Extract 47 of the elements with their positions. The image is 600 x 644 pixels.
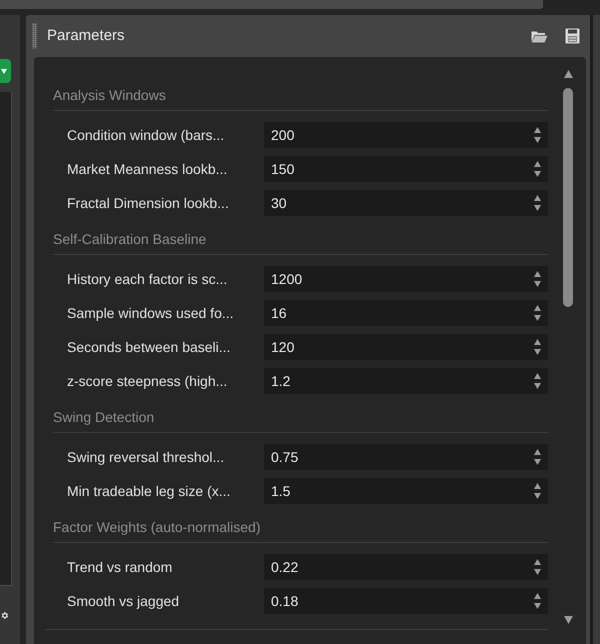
number-field[interactable]: 120: [264, 334, 548, 360]
section-heading: Self-Calibration Baseline: [53, 231, 206, 248]
number-field[interactable]: 0.22: [264, 554, 548, 580]
number-field[interactable]: 30: [264, 190, 548, 216]
spinner-icon[interactable]: [534, 593, 541, 609]
field-label: History each factor is sc...: [67, 270, 228, 288]
spinner-icon[interactable]: [534, 373, 541, 389]
scroll-down-icon[interactable]: [564, 616, 572, 624]
number-field[interactable]: 150: [264, 156, 548, 182]
field-label: Swing reversal threshol...: [67, 448, 226, 466]
field-label: Market Meanness lookb...: [67, 160, 228, 178]
field-label: z-score steepness (high...: [67, 372, 228, 390]
number-field[interactable]: 1.2: [264, 368, 548, 394]
number-field[interactable]: 0.75: [264, 444, 548, 470]
field-label: Fractal Dimension lookb...: [67, 194, 230, 212]
save-icon[interactable]: [565, 28, 580, 44]
field-label: Sample windows used fo...: [67, 304, 235, 322]
number-field[interactable]: 0.18: [264, 588, 548, 614]
grip-icon[interactable]: [32, 23, 37, 49]
spinner-icon[interactable]: [534, 339, 541, 355]
spinner-icon[interactable]: [534, 161, 541, 177]
spinner-icon[interactable]: [534, 271, 541, 287]
field-label: Condition window (bars...: [67, 126, 226, 144]
spinner-icon[interactable]: [534, 305, 541, 321]
panel-title: Parameters: [47, 27, 125, 45]
spinner-icon[interactable]: [534, 559, 541, 575]
field-label: Min tradeable leg size (x...: [67, 482, 232, 500]
field-label: Trend vs random: [67, 558, 174, 576]
section-heading: Swing Detection: [53, 409, 154, 426]
spinner-icon[interactable]: [534, 195, 541, 211]
folder-icon[interactable]: [531, 30, 548, 42]
scroll-up-icon[interactable]: [564, 70, 572, 78]
field-label: Smooth vs jagged: [67, 592, 180, 610]
number-field[interactable]: 200: [264, 122, 548, 148]
number-field[interactable]: 16: [264, 300, 548, 326]
spinner-icon[interactable]: [534, 127, 541, 143]
section-heading: Analysis Windows: [53, 87, 166, 104]
spinner-icon[interactable]: [534, 449, 541, 465]
number-field[interactable]: 1.5: [264, 478, 548, 504]
caret-down-icon: [1, 68, 7, 74]
section-heading: Factor Weights (auto-normalised): [53, 519, 260, 536]
scrollbar-thumb[interactable]: [563, 88, 573, 307]
dropdown-button[interactable]: [0, 59, 11, 83]
number-field[interactable]: 1200: [264, 266, 548, 292]
gear-icon[interactable]: [0, 610, 9, 620]
spinner-icon[interactable]: [534, 483, 541, 499]
field-label: Seconds between baseli...: [67, 338, 232, 356]
